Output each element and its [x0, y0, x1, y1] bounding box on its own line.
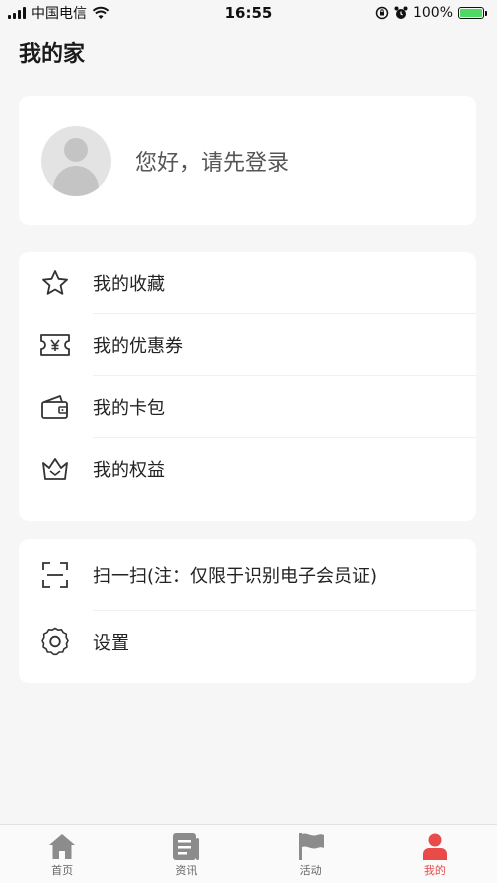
tab-bar: 首页 资讯 活动 我的 [0, 824, 497, 883]
alarm-icon [394, 6, 408, 19]
login-card[interactable]: 您好，请先登录 [19, 96, 476, 225]
star-icon [39, 267, 71, 299]
crown-icon [39, 453, 71, 485]
tab-news[interactable]: 资讯 [124, 825, 248, 883]
menu-item-card-wallet[interactable]: 我的卡包 [19, 376, 476, 438]
wifi-icon [92, 6, 110, 19]
tab-label: 活动 [299, 864, 322, 877]
tab-label: 资讯 [175, 864, 198, 877]
menu-item-label: 我的收藏 [93, 274, 165, 295]
coupon-icon [39, 329, 71, 361]
menu-item-label: 我的权益 [93, 460, 165, 481]
rotation-lock-icon [375, 6, 389, 20]
scan-icon [39, 559, 71, 591]
status-bar: 中国电信 16:55 100% [0, 0, 497, 26]
flag-icon [298, 833, 324, 860]
tab-mine[interactable]: 我的 [373, 825, 497, 883]
menu-item-benefits[interactable]: 我的权益 [19, 438, 476, 500]
signal-icon [8, 7, 26, 19]
tab-home[interactable]: 首页 [0, 825, 124, 883]
menu-group-tools: 扫一扫(注：仅限于识别电子会员证) 设置 [19, 539, 476, 683]
carrier-label: 中国电信 [31, 6, 87, 22]
menu-item-scan[interactable]: 扫一扫(注：仅限于识别电子会员证) [19, 539, 476, 611]
news-icon [173, 833, 200, 860]
menu-item-settings[interactable]: 设置 [19, 611, 476, 673]
menu-item-label: 设置 [93, 633, 129, 654]
menu-group-account: 我的收藏 我的优惠券 我的卡包 我的权益 [19, 252, 476, 521]
tab-label: 首页 [51, 864, 74, 877]
menu-item-label: 我的卡包 [93, 398, 165, 419]
gear-icon [39, 626, 71, 658]
avatar[interactable] [41, 125, 111, 196]
battery-icon [458, 7, 487, 19]
home-icon [49, 834, 76, 859]
person-icon [422, 833, 447, 860]
wallet-icon [39, 391, 71, 423]
menu-item-label: 扫一扫(注：仅限于识别电子会员证) [93, 566, 378, 587]
tab-label: 我的 [423, 864, 446, 877]
page-title: 我的家 [19, 42, 86, 67]
tab-activity[interactable]: 活动 [249, 825, 373, 883]
battery-percent: 100% [412, 5, 453, 21]
menu-item-coupons[interactable]: 我的优惠券 [19, 314, 476, 376]
menu-item-label: 我的优惠券 [93, 336, 183, 357]
menu-item-favorites[interactable]: 我的收藏 [19, 252, 476, 314]
login-prompt[interactable]: 您好，请先登录 [135, 145, 289, 177]
